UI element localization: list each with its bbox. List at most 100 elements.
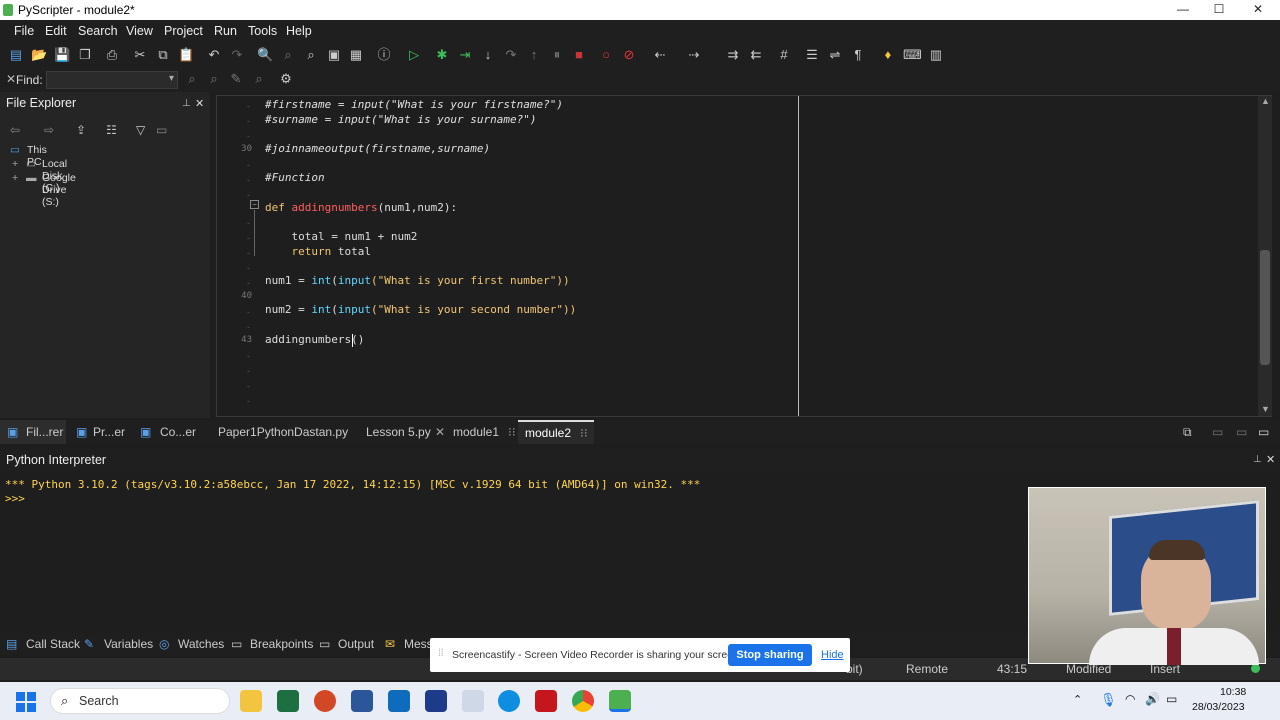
cut-icon[interactable]: ✂ (132, 47, 148, 63)
toggle-breakpoint-icon[interactable]: ○ (598, 47, 614, 63)
menu-help[interactable]: Help (286, 24, 312, 38)
menu-tools[interactable]: Tools (248, 24, 277, 38)
menu-project[interactable]: Project (164, 24, 203, 38)
editor-tab-module1[interactable]: module1 (453, 425, 499, 439)
tree-item-google-drive[interactable]: + ▬ Google Drive (S:) (10, 172, 76, 208)
step-into-icon[interactable]: ↓ (480, 47, 496, 63)
back-icon[interactable]: ⇠ (652, 47, 668, 63)
microphone-icon[interactable]: 🎙 (1100, 692, 1117, 708)
fold-icon[interactable]: − (250, 200, 259, 209)
replace-icon[interactable]: ⌕ (303, 47, 319, 63)
expand-icon[interactable]: + (12, 172, 18, 184)
undo-icon[interactable]: ↶ (206, 47, 222, 63)
print-icon[interactable]: ⎙ (104, 47, 120, 63)
acrobat-app-icon[interactable] (535, 690, 557, 712)
python-icon[interactable]: ♦ (880, 47, 896, 63)
stop-sharing-button[interactable]: Stop sharing (728, 644, 812, 666)
indent-icon[interactable]: ⇉ (725, 47, 741, 63)
mail-app-icon[interactable] (425, 690, 447, 712)
tree-item-this-pc[interactable]: ▭ This PC (10, 144, 47, 168)
tab-breakpoints[interactable]: Breakpoints (250, 637, 313, 651)
word-wrap-icon[interactable]: ⇌ (827, 47, 843, 63)
windows-start-icon[interactable] (16, 692, 36, 712)
find-prev-icon[interactable]: ⌕ (206, 71, 222, 87)
find-icon[interactable]: 🔍 (257, 47, 273, 63)
menu-view[interactable]: View (126, 24, 153, 38)
pin-icon[interactable]: ⊥ (1253, 454, 1262, 465)
file-explorer-app-icon[interactable] (240, 690, 262, 712)
chrome-app-icon[interactable] (572, 690, 594, 712)
open-tab-icon[interactable]: ▭ (1236, 425, 1247, 439)
menu-file[interactable]: File (14, 24, 34, 38)
pause-icon[interactable]: ⏸ (549, 47, 565, 63)
scroll-down-icon[interactable]: ▼ (1261, 404, 1270, 414)
comment-icon[interactable]: # (776, 47, 792, 63)
clock-time[interactable]: 10:38 (1220, 686, 1246, 698)
outlook-app-icon[interactable] (388, 690, 410, 712)
close-button[interactable]: ✕ (1249, 2, 1267, 16)
layout-icon[interactable]: ▥ (928, 47, 944, 63)
find-in-files-icon[interactable]: ▣ (326, 47, 342, 63)
paste-icon[interactable]: 📋 (178, 47, 194, 63)
menu-edit[interactable]: Edit (45, 24, 67, 38)
find-next-icon-2[interactable]: ⌕ (184, 71, 200, 87)
replace-bar-icon[interactable]: ⌕ (251, 71, 267, 87)
step-out-icon[interactable]: ↑ (526, 47, 542, 63)
drag-handle-icon[interactable]: ⁞⁞ (438, 648, 444, 659)
minimize-button[interactable]: — (1174, 2, 1192, 16)
clear-breakpoints-icon[interactable]: ⊘ (621, 47, 637, 63)
editor-tab-lesson5[interactable]: Lesson 5.py (366, 425, 431, 439)
editor-tab-paper1[interactable]: Paper1PythonDastan.py (218, 425, 348, 439)
snipping-tool-app-icon[interactable] (462, 690, 484, 712)
explorer-up-icon[interactable]: ⇪ (76, 123, 86, 137)
folder-tab-icon[interactable]: ▭ (1258, 425, 1269, 439)
chevron-down-icon[interactable]: ▾ (169, 73, 174, 84)
clock-date[interactable]: 28/03/2023 (1192, 701, 1245, 713)
new-tab-icon[interactable]: ▭ (1212, 425, 1223, 439)
maximize-button[interactable]: ☐ (1210, 2, 1228, 16)
explorer-folder-icon[interactable]: ▭ (156, 123, 167, 137)
pyscripter-app-icon[interactable] (609, 690, 631, 712)
info-icon[interactable]: ⓘ (376, 47, 392, 63)
tab-watches[interactable]: Watches (178, 637, 224, 651)
tab-project-explorer[interactable]: ▣ Pr...er (74, 420, 134, 444)
wifi-icon[interactable]: ◠ (1125, 692, 1135, 706)
tree-item-local-disk[interactable]: + ▭ Local Disk (C:) (10, 158, 67, 194)
filter-icon[interactable]: ▽ (136, 123, 145, 137)
special-chars-icon[interactable]: ¶ (850, 47, 866, 63)
run-icon[interactable]: ▷ (406, 47, 422, 63)
debug-icon[interactable]: ✱ (434, 47, 450, 63)
find-next-icon[interactable]: ⌕ (280, 47, 296, 63)
explorer-view-icon[interactable]: ☷ (106, 123, 117, 137)
hide-link[interactable]: Hide (821, 649, 844, 661)
tab-close-icon[interactable]: ✕ (435, 425, 445, 439)
tab-code-explorer[interactable]: ▣ Co...er (140, 420, 200, 444)
save-icon[interactable]: 💾 (54, 47, 70, 63)
forward-icon[interactable]: ⇢ (686, 47, 702, 63)
tab-file-explorer[interactable]: ▣ Fil...rer (0, 420, 66, 444)
explorer-back-icon[interactable]: ⇦ (10, 123, 20, 137)
find-close-icon[interactable]: ✕ (6, 72, 16, 86)
redo-icon[interactable]: ↷ (229, 47, 245, 63)
panel-close-icon[interactable]: ✕ (1266, 453, 1275, 466)
taskbar-search-box[interactable]: ⌕ Search (50, 688, 230, 714)
powerpoint-app-icon[interactable] (314, 690, 336, 712)
menu-search[interactable]: Search (78, 24, 118, 38)
edge-app-icon[interactable] (498, 690, 520, 712)
scrollbar-thumb[interactable] (1260, 250, 1270, 365)
pin-icon[interactable]: ⊥ (182, 98, 191, 109)
find-options-icon[interactable]: ⚙ (278, 71, 294, 87)
open-file-icon[interactable]: 📂 (31, 47, 47, 63)
goto-line-icon[interactable]: ▦ (348, 47, 364, 63)
save-all-icon[interactable]: ❐ (77, 47, 93, 63)
menu-run[interactable]: Run (214, 24, 237, 38)
tab-list-icon[interactable]: ⧉ (1183, 425, 1192, 440)
excel-app-icon[interactable] (277, 690, 299, 712)
run-to-cursor-icon[interactable]: ⇥ (457, 47, 473, 63)
scroll-up-icon[interactable]: ▲ (1261, 96, 1270, 106)
panel-close-icon[interactable]: ✕ (195, 97, 204, 110)
tab-output[interactable]: Output (338, 637, 374, 651)
tab-variables[interactable]: Variables (104, 637, 153, 651)
find-input[interactable]: ▾ (46, 71, 178, 89)
chevron-up-icon[interactable]: ⌃ (1073, 693, 1082, 706)
